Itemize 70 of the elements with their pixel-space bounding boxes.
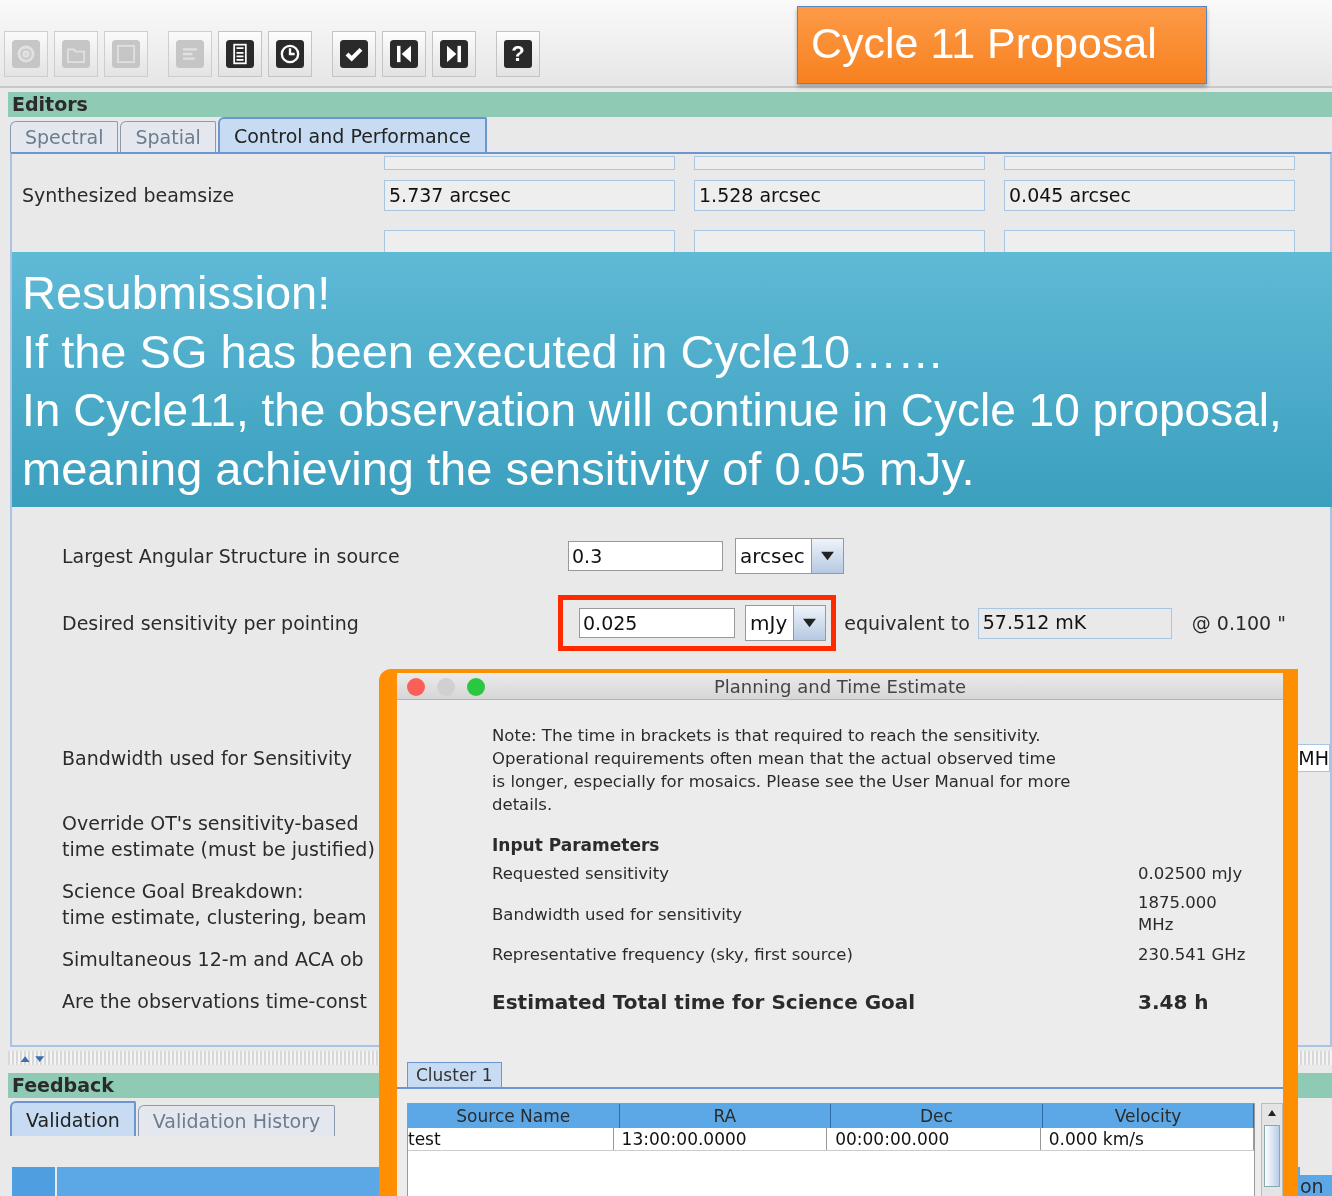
- table-cell: test: [408, 1128, 614, 1150]
- unit-dropdown[interactable]: arcsec: [735, 538, 844, 574]
- field-label: Synthesized beamsize: [22, 184, 236, 206]
- total-value: 3.48 h: [1138, 990, 1210, 1013]
- tab[interactable]: Cluster 1: [407, 1062, 502, 1087]
- field-label: Desired sensitivity per pointing: [62, 612, 360, 634]
- document-icon: [176, 40, 204, 68]
- skip-forward-icon: [440, 40, 468, 68]
- close-button[interactable]: [407, 678, 425, 696]
- field-label: Science Goal Breakdown: time estimate, clustering, beam: [62, 879, 367, 930]
- note-text: Note: The time in brackets is that required to reach the sensitivity. Operational requirements often mean that the actual observed time is longer, especially for mosaics. Please see the User Manual for more details.: [492, 725, 1072, 816]
- title-callout: Cycle 11 Proposal: [797, 6, 1207, 84]
- tab[interactable]: Validation: [10, 1101, 136, 1136]
- table-cell: 0.000 km/s: [1040, 1128, 1255, 1150]
- section-title: Input Parameters: [492, 835, 661, 855]
- input-field[interactable]: 0.025: [579, 608, 735, 638]
- total-label: Estimated Total time for Science Goal: [492, 989, 916, 1014]
- value-field: 0.045 arcsec: [1004, 179, 1295, 211]
- toolbar-button[interactable]: ?: [496, 31, 540, 77]
- field-label: Bandwidth used for Sensitivity: [62, 747, 352, 769]
- field-label: Are the observations time-const: [62, 989, 367, 1014]
- parameter-label: Representative frequency (sky, first source): [492, 945, 853, 964]
- banner-text: If the SG has been executed in Cycle10……: [22, 323, 945, 380]
- banner-text: Resubmission!: [22, 265, 331, 321]
- minimize-button[interactable]: [437, 678, 455, 696]
- window-icon: [112, 40, 140, 68]
- column-header[interactable]: Source Name: [408, 1104, 620, 1128]
- table-cell: 00:00:00.000: [827, 1128, 1041, 1150]
- toolbar-button[interactable]: [432, 31, 476, 77]
- window-title: Planning and Time Estimate: [713, 675, 967, 697]
- value-field: 5.737 arcsec: [384, 179, 675, 211]
- table-cell: 13:00:00.0000: [613, 1128, 828, 1150]
- tab[interactable]: Control and Performance: [217, 117, 487, 152]
- parameter-value: 1875.000 MHz: [1138, 892, 1218, 936]
- banner-text: meaning achieving the sensitivity of 0.05 mJy.: [22, 440, 975, 497]
- field-label: Largest Angular Structure in source: [62, 545, 401, 567]
- scrollbar[interactable]: [1261, 1103, 1283, 1196]
- skip-back-icon: [390, 40, 418, 68]
- tab[interactable]: Validation History: [137, 1105, 336, 1136]
- field-label: Simultaneous 12-m and ACA ob: [62, 947, 364, 972]
- banner-text: In Cycle11, the observation will continue in Cycle 10 proposal,: [22, 383, 1282, 438]
- parameter-value: 230.541 GHz: [1138, 943, 1247, 966]
- field-label: Override OT's sensitivity-based time estimate (must be justified): [62, 811, 375, 862]
- up-arrow-icon: [1267, 1109, 1278, 1117]
- caret-icon: [793, 606, 826, 640]
- parameter-value: 0.02500 mJy: [1138, 862, 1244, 885]
- toolbar-button[interactable]: [218, 31, 262, 77]
- toolbar-button[interactable]: [332, 31, 376, 77]
- value-field: 57.512 mK: [977, 607, 1172, 639]
- panel-header: Editors: [8, 92, 1332, 117]
- toolbar-button[interactable]: [382, 31, 426, 77]
- unit-dropdown[interactable]: mJy: [745, 605, 827, 641]
- toolbar-button[interactable]: [268, 31, 312, 77]
- parameter-label: Requested sensitivity: [492, 864, 669, 883]
- field-label: equivalent to: [844, 612, 970, 634]
- column-header[interactable]: Velocity: [1042, 1104, 1255, 1128]
- folder-icon: [62, 40, 90, 68]
- parameter-label: Bandwidth used for sensitivity: [492, 904, 742, 924]
- caret-icon: [810, 539, 843, 573]
- column-header: [12, 1167, 55, 1196]
- value-field: 1.528 arcsec: [694, 179, 985, 211]
- column-header[interactable]: Dec: [831, 1104, 1043, 1128]
- field-label: @ 0.100 ": [1191, 612, 1286, 634]
- column-header: on: [1300, 1175, 1332, 1196]
- column-header[interactable]: RA: [619, 1104, 832, 1128]
- input-field[interactable]: 0.3: [568, 541, 723, 571]
- help-icon: ?: [504, 40, 532, 68]
- check-icon: [340, 40, 368, 68]
- zoom-button[interactable]: [467, 678, 485, 696]
- clock-icon: [276, 40, 304, 68]
